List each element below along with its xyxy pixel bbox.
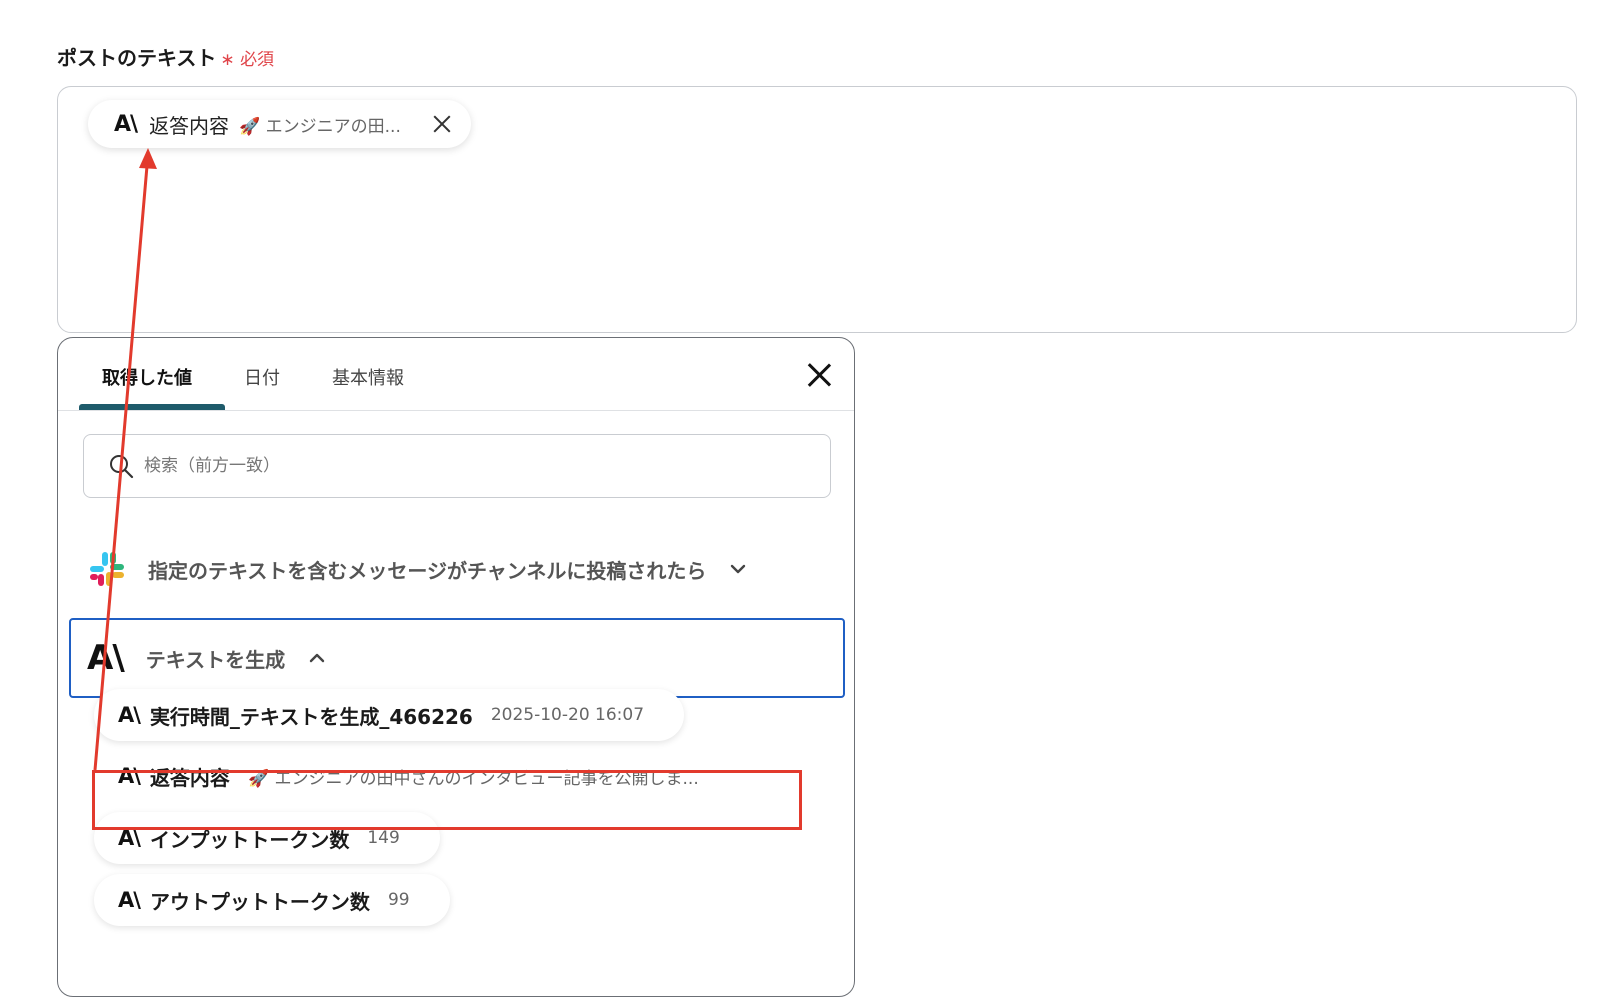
output-item-response-content[interactable]: A\ 返答内容 🚀 エンジニアの田中さんのインタビュー記事を公開しま... — [94, 750, 739, 802]
required-mark: ∗ — [220, 50, 235, 70]
required-text: 必須 — [240, 50, 275, 70]
chevron-up-icon — [309, 653, 325, 663]
item-value: 🚀 エンジニアの田中さんのインタビュー記事を公開しま... — [247, 768, 699, 789]
group-slack-trigger[interactable]: 指定のテキストを含むメッセージがチャンネルに投稿されたら — [88, 550, 748, 588]
active-tab-indicator — [79, 404, 225, 410]
search-input[interactable] — [142, 455, 746, 477]
tab-date[interactable]: 日付 — [244, 364, 280, 390]
item-value: 99 — [387, 890, 410, 910]
group-title: テキストを生成 — [145, 647, 286, 672]
output-item-execution-time[interactable]: A\ 実行時間_テキストを生成_466226 2025-10-20 16:07 — [94, 689, 685, 741]
output-item-input-tokens[interactable]: A\ インプットトークン数 149 — [94, 812, 440, 864]
tab-basic-info[interactable]: 基本情報 — [332, 364, 404, 390]
field-label: ポストのテキスト ∗ 必須 — [57, 42, 274, 71]
anthropic-icon: A\ — [118, 703, 141, 727]
anthropic-icon: A\ — [114, 111, 138, 137]
item-value: 149 — [367, 828, 400, 848]
chip-value: 🚀 エンジニアの田... — [239, 112, 401, 137]
close-icon[interactable] — [806, 362, 832, 388]
output-item-output-tokens[interactable]: A\ アウトプットトークン数 99 — [94, 874, 450, 926]
post-text-area[interactable]: A\ 返答内容 🚀 エンジニアの田... — [57, 86, 1577, 333]
item-label: インプットトークン数 — [149, 827, 350, 852]
search-field[interactable] — [83, 434, 831, 498]
rocket-emoji: 🚀 — [239, 116, 261, 137]
anthropic-icon: A\ — [87, 638, 125, 678]
chip-value-text: エンジニアの田... — [265, 116, 401, 137]
variable-chip[interactable]: A\ 返答内容 🚀 エンジニアの田... — [88, 100, 471, 148]
chevron-down-icon — [731, 564, 746, 574]
variable-picker-panel: 取得した値 日付 基本情報 指定のテキストを含むメッセージがチャンネルに投稿され… — [57, 337, 855, 997]
chip-label: 返答内容 — [149, 113, 230, 138]
anthropic-icon: A\ — [118, 764, 141, 788]
group-text-generate[interactable]: A\ テキストを生成 — [69, 618, 845, 698]
field-label-text: ポストのテキスト — [57, 46, 217, 70]
item-label: 実行時間_テキストを生成_466226 — [149, 704, 473, 729]
group-title: 指定のテキストを含むメッセージがチャンネルに投稿されたら — [148, 558, 707, 583]
slack-icon — [90, 552, 124, 586]
tab-fetched-values[interactable]: 取得した値 — [102, 364, 192, 390]
tab-bar: 取得した値 日付 基本情報 — [58, 338, 854, 411]
item-label: 返答内容 — [149, 765, 230, 790]
anthropic-icon: A\ — [118, 826, 141, 850]
required-badge: ∗ 必須 — [220, 50, 274, 70]
close-icon[interactable] — [431, 113, 453, 135]
anthropic-icon: A\ — [118, 888, 141, 912]
search-icon — [110, 455, 134, 479]
item-label: アウトプットトークン数 — [149, 889, 370, 914]
item-value: 2025-10-20 16:07 — [490, 705, 645, 725]
